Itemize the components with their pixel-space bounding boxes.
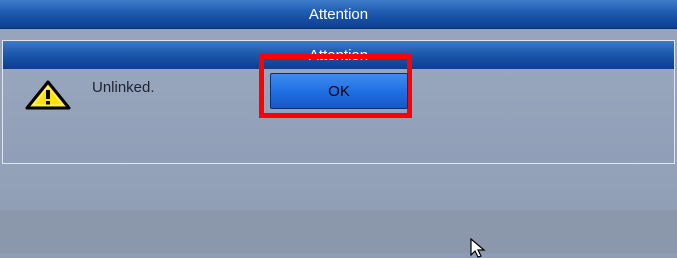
window-titlebar: Attention — [0, 0, 677, 29]
dialog-message: Unlinked. — [92, 79, 155, 96]
window-title: Attention — [308, 5, 369, 23]
window-footer — [0, 210, 677, 253]
mouse-cursor-icon — [470, 238, 486, 258]
ok-button[interactable]: OK — [270, 73, 408, 109]
warning-icon — [25, 80, 71, 110]
